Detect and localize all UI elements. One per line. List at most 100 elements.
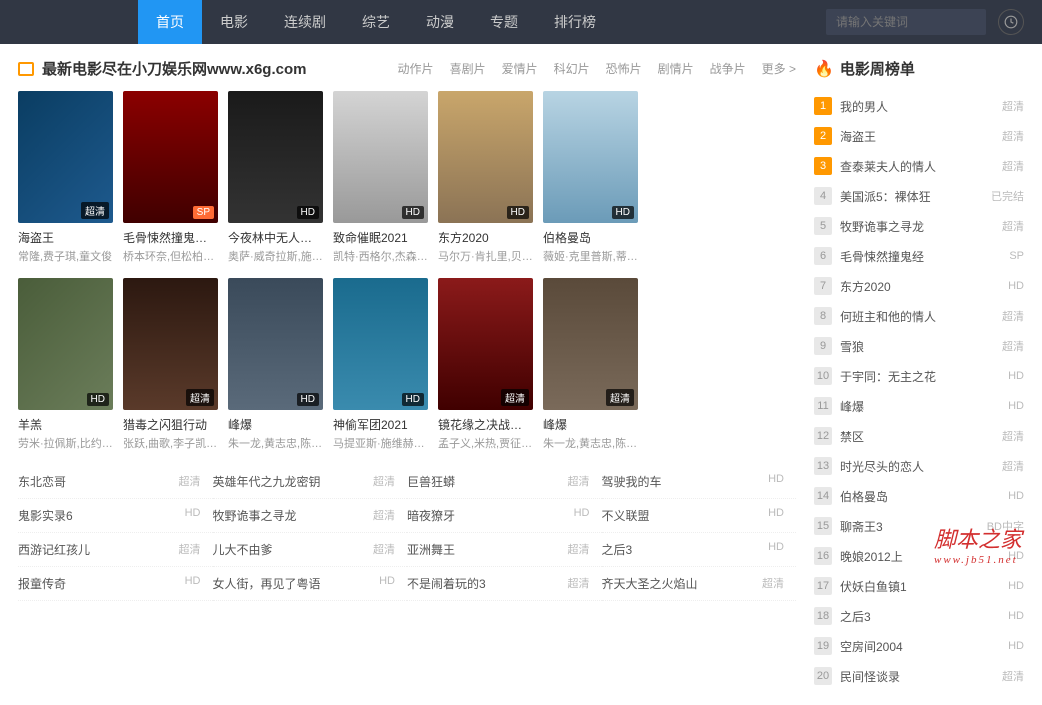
genre-tab[interactable]: 爱情片: [502, 60, 538, 77]
rank-number: 8: [814, 307, 832, 325]
nav-tab[interactable]: 首页: [138, 0, 202, 44]
poster-row-1: 超清海盗王常隆,费子琪,童文俊SP毛骨悚然撞鬼经 2021...桥本环奈,但松柏…: [18, 91, 796, 264]
rank-title: 峰爆: [840, 398, 1008, 415]
nav-tabs: 首页电影连续剧综艺动漫专题排行榜: [138, 0, 614, 44]
genre-tab[interactable]: 喜剧片: [450, 60, 486, 77]
list-item[interactable]: 齐天大圣之火焰山超清: [602, 567, 797, 601]
rank-title: 之后3: [840, 608, 1008, 625]
rank-item[interactable]: 12禁区超清: [814, 421, 1024, 451]
list-item[interactable]: 之后3HD: [602, 533, 797, 567]
poster-title: 毛骨悚然撞鬼经 2021...: [123, 229, 218, 246]
genre-tab[interactable]: 科幻片: [554, 60, 590, 77]
nav-tab[interactable]: 连续剧: [266, 0, 344, 44]
rank-item[interactable]: 3查泰莱夫人的情人超清: [814, 151, 1024, 181]
list-item[interactable]: 不是闹着玩的3超清: [407, 567, 602, 601]
rank-number: 7: [814, 277, 832, 295]
nav-tab[interactable]: 电影: [202, 0, 266, 44]
list-item[interactable]: 英雄年代之九龙密钥超清: [213, 465, 408, 499]
list-item[interactable]: 鬼影实录6HD: [18, 499, 213, 533]
rank-item[interactable]: 2海盗王超清: [814, 121, 1024, 151]
rank-item[interactable]: 10于宇同：无主之花HD: [814, 361, 1024, 391]
rank-item[interactable]: 4美国派5：裸体狂已完结: [814, 181, 1024, 211]
rank-item[interactable]: 1我的男人超清: [814, 91, 1024, 121]
genre-tab[interactable]: 更多 >: [762, 60, 796, 77]
poster-title: 峰爆: [543, 416, 638, 433]
list-item[interactable]: 驾驶我的车HD: [602, 465, 797, 499]
rank-quality: HD: [1008, 400, 1024, 412]
poster-card[interactable]: 超清海盗王常隆,费子琪,童文俊: [18, 91, 113, 264]
item-quality: 超清: [762, 575, 784, 592]
poster-card[interactable]: HD羊羔劳米·拉佩斯,比约恩·西奥: [18, 278, 113, 451]
poster-card[interactable]: SP毛骨悚然撞鬼经 2021...桥本环奈,但松柏久,山中崇: [123, 91, 218, 264]
poster-image: HD: [543, 91, 638, 223]
navbar: 首页电影连续剧综艺动漫专题排行榜: [0, 0, 1042, 44]
rank-item[interactable]: 11峰爆HD: [814, 391, 1024, 421]
poster-card[interactable]: HD伯格曼岛薇姬·克里普斯,蒂姆·罗斯: [543, 91, 638, 264]
quality-badge: HD: [507, 206, 529, 219]
rank-title: 海盗王: [840, 128, 1002, 145]
poster-image: HD: [333, 278, 428, 410]
item-title: 报童传奇: [18, 575, 66, 592]
quality-badge: HD: [297, 206, 319, 219]
rank-item[interactable]: 13时光尽头的恋人超清: [814, 451, 1024, 481]
list-item[interactable]: 西游记红孩儿超清: [18, 533, 213, 567]
genre-tabs: 动作片喜剧片爱情片科幻片恐怖片剧情片战争片更多 >: [398, 60, 796, 77]
list-item[interactable]: 报童传奇HD: [18, 567, 213, 601]
rank-title: 查泰莱夫人的情人: [840, 158, 1002, 175]
list-item[interactable]: 暗夜獠牙HD: [407, 499, 602, 533]
watermark: 脚本之家 www.jb51.net: [934, 522, 1022, 566]
rank-number: 3: [814, 157, 832, 175]
poster-card[interactable]: HD东方2020马尔万·肯扎里,贝吉斯特: [438, 91, 533, 264]
poster-card[interactable]: HD神偷军团2021马提亚斯·施维赫夫,娜塔: [333, 278, 428, 451]
rank-item[interactable]: 18之后3HD: [814, 601, 1024, 631]
poster-card[interactable]: 超清猎毒之闪狙行动张跃,曲歌,李子凯,黄宥怡: [123, 278, 218, 451]
poster-card[interactable]: HD峰爆朱一龙,黄志忠,陈数,焦俊: [228, 278, 323, 451]
nav-tab[interactable]: 排行榜: [536, 0, 614, 44]
list-item[interactable]: 牧野诡事之寻龙超清: [213, 499, 408, 533]
quality-badge: HD: [297, 393, 319, 406]
rank-item[interactable]: 14伯格曼岛HD: [814, 481, 1024, 511]
item-title: 巨兽狂蟒: [407, 473, 455, 490]
search-input[interactable]: [826, 9, 986, 35]
nav-tab[interactable]: 专题: [472, 0, 536, 44]
list-item[interactable]: 女人街，再见了粤语HD: [213, 567, 408, 601]
rank-item[interactable]: 20民间怪谈录超清: [814, 661, 1024, 691]
genre-tab[interactable]: 动作片: [398, 60, 434, 77]
rank-item[interactable]: 8何班主和他的情人超清: [814, 301, 1024, 331]
list-item[interactable]: 巨兽狂蟒超清: [407, 465, 602, 499]
rank-number: 2: [814, 127, 832, 145]
nav-tab[interactable]: 动漫: [408, 0, 472, 44]
poster-card[interactable]: 超清镜花缘之决战女儿国孟子义,米热,贾征宇,李依: [438, 278, 533, 451]
genre-tab[interactable]: 战争片: [710, 60, 746, 77]
item-title: 驾驶我的车: [602, 473, 662, 490]
poster-card[interactable]: HD致命催眠2021凯特·西格尔,杰森·奥玛拉: [333, 91, 428, 264]
rank-number: 15: [814, 517, 832, 535]
item-title: 暗夜獠牙: [407, 507, 455, 524]
rank-item[interactable]: 19空房间2004HD: [814, 631, 1024, 661]
rank-title: 何班主和他的情人: [840, 308, 1002, 325]
rank-number: 6: [814, 247, 832, 265]
quality-badge: HD: [402, 206, 424, 219]
list-item[interactable]: 不义联盟HD: [602, 499, 797, 533]
rank-quality: HD: [1008, 370, 1024, 382]
item-quality: HD: [768, 541, 784, 558]
rank-item[interactable]: 6毛骨悚然撞鬼经SP: [814, 241, 1024, 271]
rank-quality: 超清: [1002, 428, 1024, 444]
rank-number: 20: [814, 667, 832, 685]
rank-item[interactable]: 9雪狼超清: [814, 331, 1024, 361]
nav-tab[interactable]: 综艺: [344, 0, 408, 44]
rank-item[interactable]: 5牧野诡事之寻龙超清: [814, 211, 1024, 241]
history-icon[interactable]: [998, 9, 1024, 35]
list-item[interactable]: 东北恋哥超清: [18, 465, 213, 499]
quality-badge: SP: [193, 206, 214, 219]
list-item[interactable]: 儿大不由爹超清: [213, 533, 408, 567]
rank-title: 民间怪谈录: [840, 668, 1002, 685]
list-item[interactable]: 亚洲舞王超清: [407, 533, 602, 567]
rank-item[interactable]: 7东方2020HD: [814, 271, 1024, 301]
genre-tab[interactable]: 剧情片: [658, 60, 694, 77]
poster-card[interactable]: 超清峰爆朱一龙,黄志忠,陈数,焦俊: [543, 278, 638, 451]
item-title: 西游记红孩儿: [18, 541, 90, 558]
genre-tab[interactable]: 恐怖片: [606, 60, 642, 77]
poster-card[interactable]: HD今夜林中无人入睡2奥萨·威奇拉斯,施丹尼: [228, 91, 323, 264]
poster-title: 今夜林中无人入睡2: [228, 229, 323, 246]
